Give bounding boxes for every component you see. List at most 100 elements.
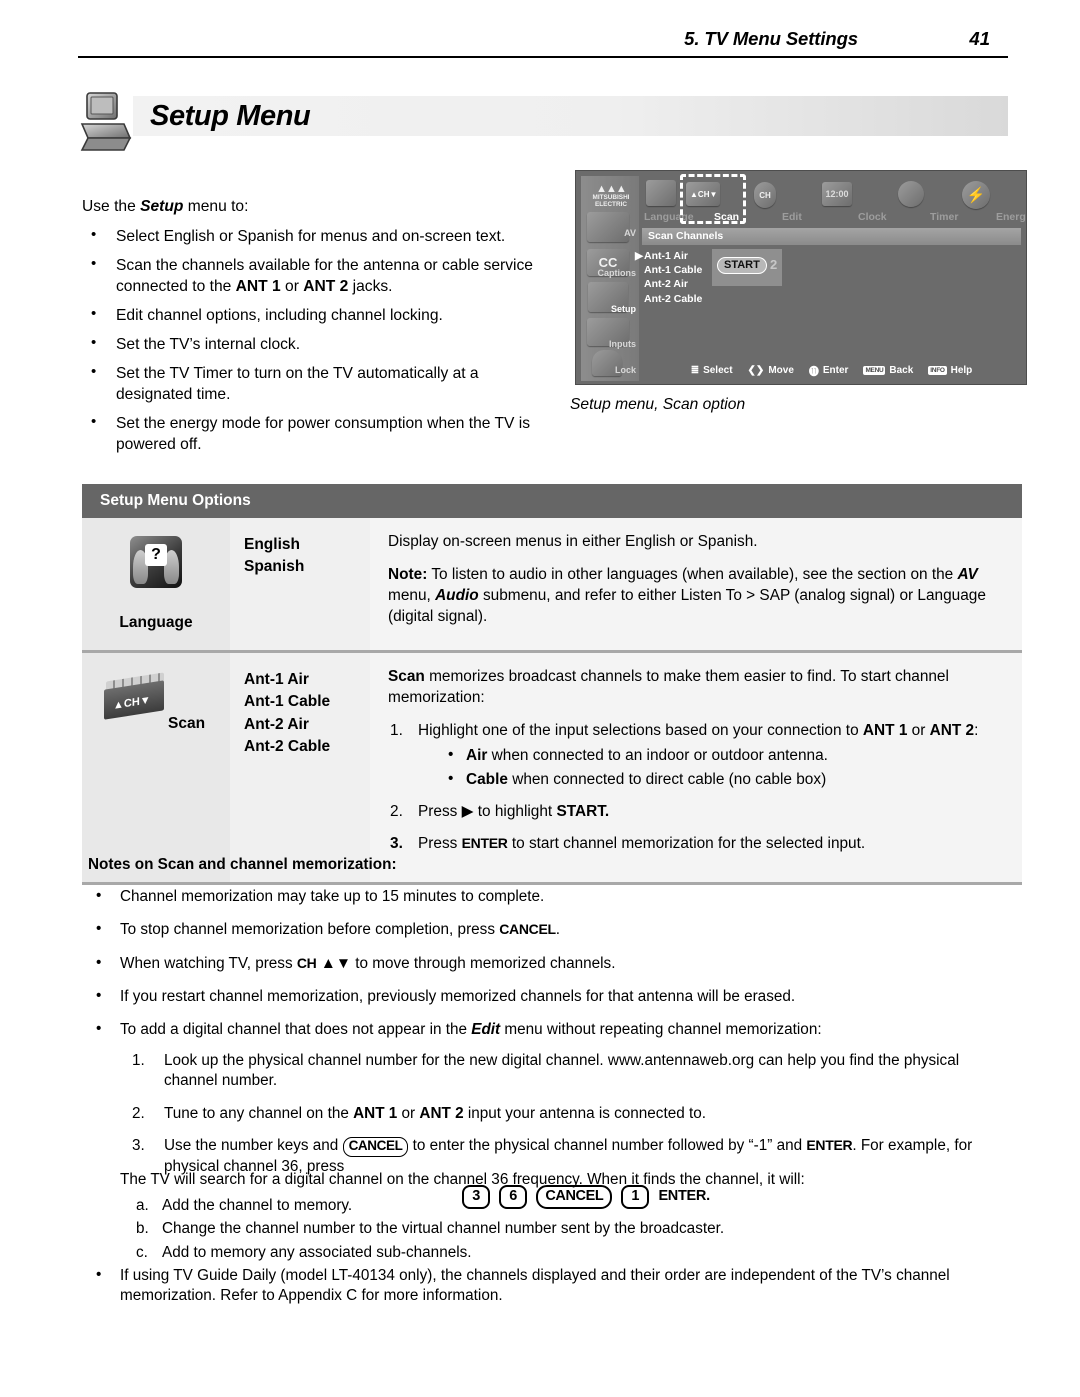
start-area: START 2 [712, 249, 782, 286]
intro-bullet-text: Set the TV’s internal clock. [116, 336, 301, 354]
leftright-icon: ❮❯ [747, 364, 765, 376]
sidebar-item-captions[interactable]: Captions [581, 268, 639, 278]
setup-emphasis: Setup [140, 198, 184, 215]
menu-keycap: MENU [863, 365, 886, 375]
row-icon-cell: ▲CH▼ Scan [82, 653, 230, 882]
cancel-key-label: CANCEL [499, 921, 556, 938]
figure-caption: Setup menu, Scan option [570, 396, 746, 413]
tab-edit[interactable]: Edit [782, 211, 802, 223]
list-item: When watching TV, press CH ▲▼ to move th… [88, 953, 1008, 974]
option-ant1-air: Ant-1 Air [244, 671, 309, 688]
note-label: Note: [388, 565, 428, 583]
edit-ch-icon: CH [754, 182, 776, 208]
table-row: ? Language English Spanish Display on-sc… [82, 518, 1022, 653]
enter-icon: ⓫ [808, 366, 819, 378]
language-icon [646, 180, 676, 206]
row-options-cell: Ant-1 Air Ant-1 Cable Ant-2 Air Ant-2 Ca… [230, 653, 370, 882]
list-item: Channel memorization may take up to 15 m… [88, 886, 1008, 907]
tv-top-menu: Language ▲CH▼ Scan CH Edit 12:00 Clock T… [642, 174, 1026, 226]
sidebar-item-setup[interactable]: Setup [581, 304, 639, 314]
row-options-cell: English Spanish [230, 518, 370, 650]
sidebar-item-lock[interactable]: Lock [581, 365, 639, 375]
list-item-ant2-cable[interactable]: Ant-2 Cable [644, 292, 702, 306]
scan-option-list: ▶ Ant-1 Air Ant-1 Cable Ant-2 Air Ant-2 C… [635, 249, 702, 306]
intro-lead: Use the Setup menu to: [82, 196, 542, 217]
desc-intro: Display on-screen menus in either Englis… [388, 533, 758, 550]
option-ant1-cable: Ant-1 Cable [244, 693, 331, 711]
row-label-language: Language [119, 614, 193, 631]
tab-clock[interactable]: Clock [858, 211, 887, 223]
closing-block: The TV will search for a digital channel… [96, 1170, 1008, 1306]
step-badge: 2 [770, 257, 778, 272]
tv-sidebar: ▲▲▲ MITSUBISHI ELECTRIC AV CC Captions S… [581, 176, 639, 381]
hint-help: INFO Help [928, 364, 973, 376]
list-item: Change the channel number to the virtual… [136, 1219, 725, 1239]
list-item-ant1-air[interactable]: ▶ Ant-1 Air [635, 249, 702, 263]
list-item: Scan the channels available for the ante… [82, 254, 542, 297]
list-item: Edit channel options, including channel … [82, 304, 542, 326]
notes-list: Channel memorization may take up to 15 m… [88, 886, 1008, 1209]
ch-updown-arrows-icon: ▲▼ [316, 954, 352, 972]
setup-tv-icon [78, 90, 132, 152]
row-description-cell: Display on-screen menus in either Englis… [370, 518, 1022, 650]
energy-bolt-icon: ⚡ [962, 181, 990, 209]
scan-steps: Highlight one of the input selections ba… [388, 721, 1004, 855]
clock-icon: 12:00 [822, 182, 852, 206]
scan-icon: ▲CH▼ [686, 182, 720, 206]
selection-arrow-icon: ▶ [635, 250, 644, 262]
list-item: Tune to any channel on the ANT 1 or ANT … [132, 1104, 706, 1124]
tab-energy[interactable]: Energy [996, 211, 1026, 223]
list-item: If you restart channel memorization, pre… [88, 986, 1008, 1007]
cancel-key-button: CANCEL [342, 1136, 409, 1157]
scan-icon: ▲CH▼ [104, 672, 166, 721]
list-item: Cable when connected to direct cable (no… [446, 769, 1004, 791]
list-item: Highlight one of the input selections ba… [388, 721, 1004, 791]
list-item: Look up the physical channel number for … [132, 1051, 960, 1090]
intro-bullet-text: Select English or Spanish for menus and … [116, 228, 506, 246]
list-item: Add the channel to memory. [136, 1196, 353, 1216]
enter-key-label: ENTER [461, 834, 508, 851]
running-head: 5. TV Menu Settings 41 [78, 28, 1008, 60]
option-ant2-air: Ant-2 Air [244, 715, 309, 733]
hint-back: MENU Back [863, 364, 914, 376]
tab-scan[interactable]: Scan [714, 211, 739, 223]
language-icon: ? [130, 536, 182, 588]
list-item-ant1-cable[interactable]: Ant-1 Cable [644, 263, 702, 277]
notes-block: Notes on Scan and channel memorization: … [88, 855, 1008, 1222]
row-description-cell: Scan memorizes broadcast channels to mak… [370, 653, 1022, 882]
notes-title: Notes on Scan and channel memorization: [88, 856, 397, 873]
intro-bullet-text: Edit channel options, including channel … [116, 307, 443, 325]
enter-key-label: ENTER [806, 1136, 853, 1153]
closing-intro: The TV will search for a digital channel… [120, 1171, 805, 1188]
scan-emphasis: Scan [388, 668, 425, 685]
start-button[interactable]: START [717, 257, 767, 274]
option-english: English [244, 536, 300, 553]
updown-icon: ≣ [690, 364, 700, 376]
intro-lead-suffix: menu to: [183, 198, 249, 215]
tv-menu-screenshot: ▲▲▲ MITSUBISHI ELECTRIC AV CC Captions S… [575, 170, 1027, 385]
list-item: Select English or Spanish for menus and … [82, 225, 542, 247]
list-item: Set the energy mode for power consumptio… [82, 412, 542, 455]
edit-emphasis: Edit [471, 1020, 501, 1038]
info-keycap: INFO [928, 365, 947, 375]
sidebar-item-inputs[interactable]: Inputs [581, 339, 639, 349]
table-row: ▲CH▼ Scan Ant-1 Air Ant-1 Cable Ant-2 Ai… [82, 653, 1022, 885]
desc-note: Note: To listen to audio in other langua… [388, 565, 986, 625]
table-header: Setup Menu Options [82, 484, 1022, 518]
timer-icon [898, 181, 924, 207]
list-item: Press ENTER to start channel memorizatio… [390, 834, 866, 855]
page-number: 41 [969, 28, 990, 49]
brand-line-2: ELECTRIC [595, 200, 627, 208]
search-results-list: Add the channel to memory. Change the ch… [120, 1196, 1008, 1263]
list-item-ant2-air[interactable]: Ant-2 Air [644, 277, 702, 291]
intro-bullet-list: Select English or Spanish for menus and … [82, 225, 542, 455]
ch-key-label: CH [296, 954, 317, 971]
intro-bullet-text: Set the TV Timer to turn on the TV autom… [116, 365, 479, 404]
tv-footer-hints: ≣ Select ❮❯ Move ⓫ Enter MENU Back INFO Help [642, 361, 1021, 379]
tab-timer[interactable]: Timer [930, 211, 958, 223]
intro-block: Use the Setup menu to: Select English or… [82, 196, 542, 463]
manual-page: 5. TV Menu Settings 41 Setup Menu Use th… [0, 0, 1080, 1397]
sidebar-item-av[interactable]: AV [581, 228, 639, 238]
audio-emphasis: Audio [435, 586, 479, 604]
option-spanish: Spanish [244, 558, 305, 576]
